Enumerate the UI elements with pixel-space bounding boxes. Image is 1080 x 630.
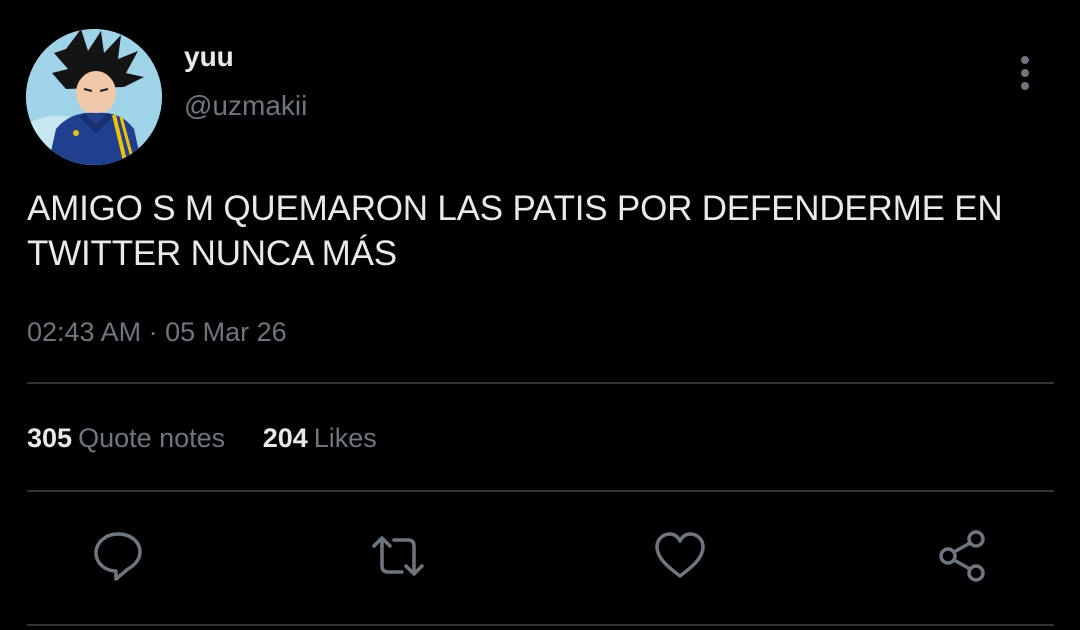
like-button[interactable]	[650, 526, 710, 586]
retweet-icon	[372, 536, 424, 576]
more-vertical-icon	[1021, 56, 1029, 90]
author-display-name[interactable]: yuu	[184, 40, 234, 74]
share-button[interactable]	[932, 526, 992, 586]
divider	[27, 382, 1054, 384]
retweet-button[interactable]	[368, 526, 428, 586]
avatar-image	[26, 29, 162, 165]
share-icon	[939, 530, 985, 582]
avatar[interactable]	[26, 29, 162, 165]
reply-icon	[94, 532, 142, 581]
tweet-stats: 305 Quote notes 204 Likes	[27, 420, 407, 456]
tweet-timestamp[interactable]: 02:43 AM · 05 Mar 26	[27, 314, 287, 350]
divider	[27, 624, 1054, 626]
author-handle[interactable]: @uzmakii	[184, 88, 307, 124]
heart-icon	[655, 532, 705, 578]
more-options-button[interactable]	[1008, 53, 1042, 93]
quotes-stat[interactable]: 305 Quote notes	[27, 420, 225, 456]
tweet-text: AMIGO S M QUEMARON LAS PATIS POR DEFENDE…	[27, 189, 1003, 273]
likes-count: 204	[262, 423, 308, 453]
likes-label: Likes	[313, 423, 377, 453]
tweet-detail: yuu @uzmakii AMIGO S M QUEMARON LAS PATI…	[0, 0, 1080, 630]
reply-button[interactable]	[88, 526, 148, 586]
likes-stat[interactable]: 204 Likes	[263, 420, 377, 456]
divider	[27, 490, 1054, 492]
quotes-count: 305	[27, 423, 73, 453]
quotes-label: Quote notes	[78, 423, 226, 453]
